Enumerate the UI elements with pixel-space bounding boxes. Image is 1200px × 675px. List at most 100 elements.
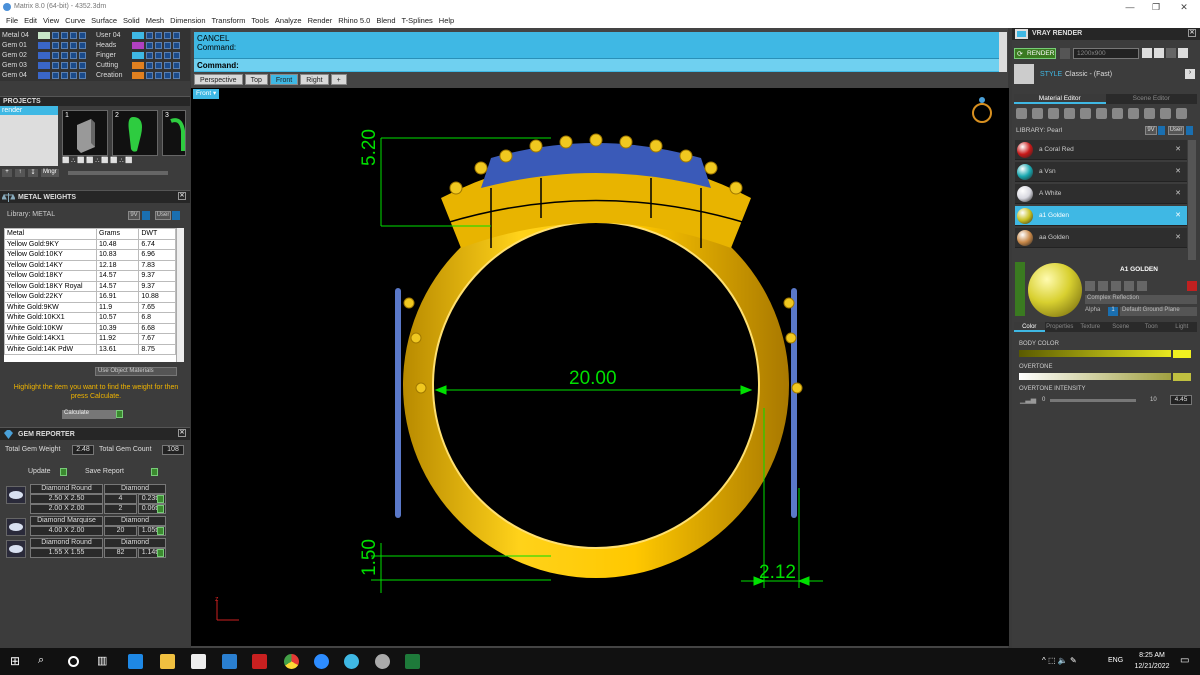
edit-material-icon[interactable] <box>1137 281 1147 291</box>
rhino-icon[interactable] <box>375 654 390 669</box>
style-value[interactable]: Classic - (Fast) <box>1065 71 1112 78</box>
layer-visibility-icon[interactable] <box>52 42 59 49</box>
file-explorer-icon[interactable] <box>160 654 175 669</box>
clock-time[interactable]: 8:25 AM <box>1132 652 1172 659</box>
layer-select-icon[interactable] <box>164 52 171 59</box>
mat-lib-9v-toggle[interactable] <box>1158 126 1165 135</box>
task-view-icon[interactable]: ▥ <box>97 654 112 669</box>
project-item-render[interactable]: render <box>0 106 58 115</box>
thumb-controls[interactable]: ⬜ ⛬ ⬜ ⬜ ⛬ ⬜ ⬜ ⛬ ⬜ <box>62 157 186 165</box>
menu-rhino-5-0[interactable]: Rhino 5.0 <box>335 14 373 28</box>
camera-icon[interactable] <box>1178 48 1188 58</box>
start-icon[interactable]: ⊞ <box>10 654 25 669</box>
gem-select-icon[interactable] <box>157 505 164 513</box>
tab-material-editor[interactable]: Material Editor <box>1014 94 1106 104</box>
project-thumb-3[interactable]: 3 <box>162 110 186 156</box>
app-red-icon[interactable] <box>252 654 267 669</box>
mat-lib-user-toggle[interactable] <box>1186 126 1193 135</box>
metal-lib-user-toggle[interactable] <box>172 211 180 220</box>
layer-visibility-icon[interactable] <box>146 32 153 39</box>
resolution-field[interactable]: 1200x900 <box>1073 48 1139 59</box>
menu-transform[interactable]: Transform <box>209 14 249 28</box>
layer-select-icon[interactable] <box>164 42 171 49</box>
stripe-icon[interactable] <box>1080 108 1091 119</box>
alpha-value[interactable]: 1 <box>1108 307 1118 316</box>
menu-curve[interactable]: Curve <box>62 14 88 28</box>
layer-lock-icon[interactable] <box>61 32 68 39</box>
fire-icon[interactable] <box>1016 108 1027 119</box>
material-item[interactable]: a1 Golden ✕ <box>1015 206 1187 226</box>
copy-material-icon[interactable] <box>1098 281 1108 291</box>
table-row[interactable]: Yellow Gold:18KY Royal 14.57 9.37 <box>4 280 176 292</box>
command-input[interactable]: Command: <box>194 58 999 71</box>
forward-icon[interactable] <box>1154 48 1164 58</box>
layer-color-swatch[interactable] <box>38 62 50 69</box>
layer-row[interactable]: Finger <box>96 51 188 60</box>
update-go-icon[interactable] <box>60 468 67 476</box>
layer-color-swatch[interactable] <box>132 42 144 49</box>
tab-right[interactable]: Right <box>300 74 329 85</box>
search-icon[interactable]: ⌕ <box>38 654 53 669</box>
apply-material-icon[interactable] <box>1124 281 1134 291</box>
layer-row[interactable]: User 04 <box>96 31 188 40</box>
remove-material-icon[interactable]: ✕ <box>1175 228 1181 248</box>
prop-tab-color[interactable]: Color <box>1014 322 1045 332</box>
clock-date[interactable]: 12/21/2022 <box>1130 663 1174 670</box>
tray-icons[interactable]: ^ ⬚ 🔈 ✎ <box>1042 656 1077 665</box>
layer-color-swatch[interactable] <box>38 32 50 39</box>
tab-top[interactable]: Top <box>244 74 268 85</box>
layer-row[interactable]: Cutting <box>96 61 188 70</box>
layer-color-swatch[interactable] <box>132 52 144 59</box>
table-row[interactable]: White Gold:10KW 10.39 6.68 <box>4 322 176 334</box>
layer-more-icon[interactable] <box>79 52 86 59</box>
layer-row[interactable]: Metal 04 <box>2 31 94 40</box>
layer-lock-icon[interactable] <box>61 42 68 49</box>
gem-select-icon[interactable] <box>157 527 164 535</box>
layer-lock-icon[interactable] <box>61 72 68 79</box>
close-icon[interactable]: ✕ <box>1170 0 1198 14</box>
calculate-go-icon[interactable] <box>116 410 123 418</box>
menu-render[interactable]: Render <box>305 14 336 28</box>
table-row[interactable]: White Gold:9KW 11.9 7.65 <box>4 301 176 313</box>
table-row[interactable]: Yellow Gold:22KY 16.91 10.88 <box>4 291 176 303</box>
layer-select-icon[interactable] <box>70 72 77 79</box>
layer-row[interactable]: Creation <box>96 71 188 80</box>
render-settings-icon[interactable] <box>1060 48 1070 59</box>
layer-select-icon[interactable] <box>164 72 171 79</box>
tab-perspective[interactable]: Perspective <box>194 74 243 85</box>
language-indicator[interactable]: ENG <box>1108 657 1123 664</box>
layer-row[interactable]: Gem 02 <box>2 51 94 60</box>
menu-tools[interactable]: Tools <box>248 14 272 28</box>
menu-view[interactable]: View <box>40 14 62 28</box>
table-row[interactable]: White Gold:14KX1 11.92 7.67 <box>4 333 176 345</box>
swap-icon[interactable] <box>1128 108 1139 119</box>
layer-select-icon[interactable] <box>70 62 77 69</box>
metal-lib-9v-toggle[interactable] <box>142 211 150 220</box>
layer-lock-icon[interactable] <box>155 42 162 49</box>
close-vray-icon[interactable]: ✕ <box>1188 29 1196 37</box>
layer-row[interactable]: Gem 01 <box>2 41 94 50</box>
table-row[interactable]: Yellow Gold:14KY 12.18 7.83 <box>4 259 176 271</box>
material-item[interactable]: aa Golden ✕ <box>1015 228 1187 248</box>
layer-row[interactable]: Gem 04 <box>2 71 94 80</box>
table-row[interactable]: White Gold:14K PdW 13.61 8.75 <box>4 343 176 355</box>
layer-color-swatch[interactable] <box>38 42 50 49</box>
project-scrollbar[interactable] <box>67 171 168 175</box>
layer-select-icon[interactable] <box>164 62 171 69</box>
project-thumb-1[interactable]: 1 <box>62 110 108 156</box>
menu-edit[interactable]: Edit <box>21 14 40 28</box>
gem-select-icon[interactable] <box>157 549 164 557</box>
table-row[interactable]: Yellow Gold:9KY 10.48 6.74 <box>4 238 176 250</box>
menu-blend[interactable]: Blend <box>373 14 398 28</box>
material-item[interactable]: a Vsn ✕ <box>1015 162 1187 182</box>
gem-tool-icon[interactable] <box>1032 108 1043 119</box>
minimize-icon[interactable]: — <box>1116 0 1144 14</box>
menu-help[interactable]: Help <box>436 14 457 28</box>
layer-visibility-icon[interactable] <box>52 62 59 69</box>
intensity-value[interactable]: 4.45 <box>1170 395 1192 405</box>
menu-solid[interactable]: Solid <box>120 14 143 28</box>
metal-lib-9v-button[interactable]: 9V <box>128 211 140 220</box>
edge-icon[interactable] <box>128 654 143 669</box>
layer-lock-icon[interactable] <box>61 62 68 69</box>
layer-lock-icon[interactable] <box>155 32 162 39</box>
